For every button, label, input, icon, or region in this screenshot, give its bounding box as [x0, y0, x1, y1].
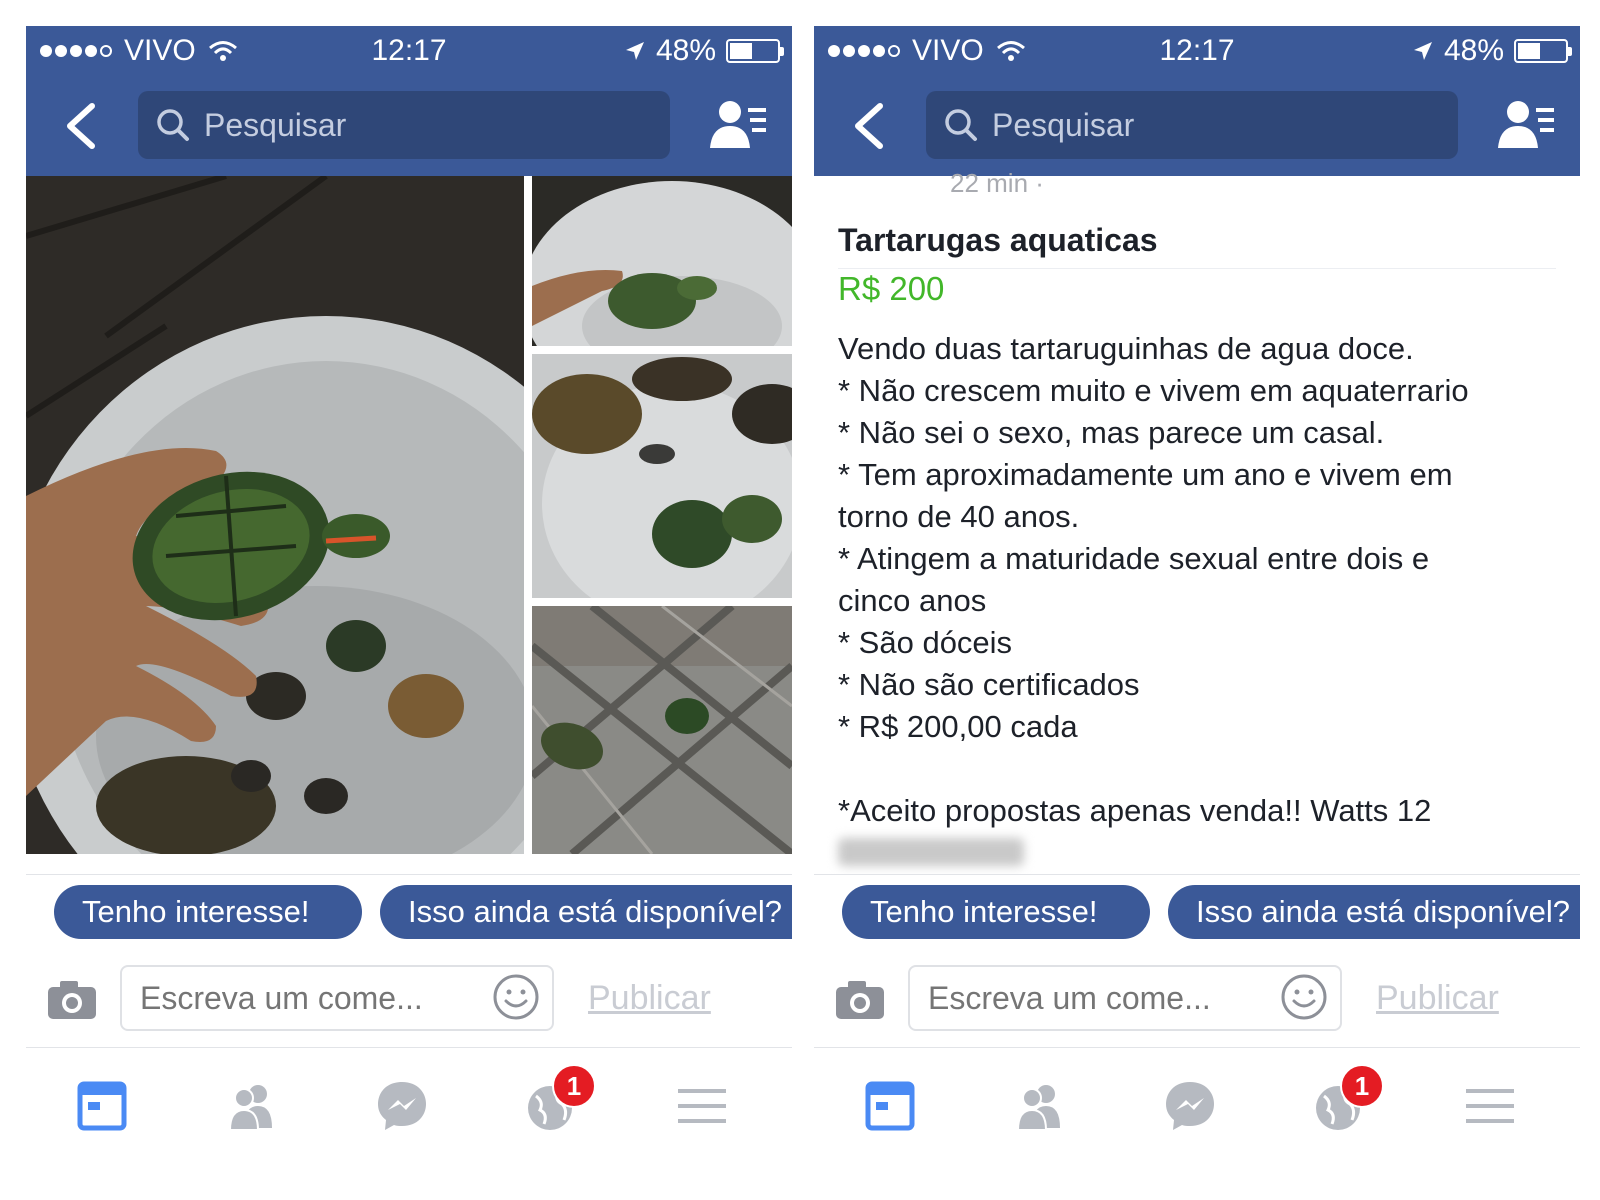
battery-percent: 48%: [1443, 34, 1504, 67]
back-arrow-icon[interactable]: [56, 98, 106, 154]
description-line: * Não são certificados: [838, 667, 1140, 702]
interest-button[interactable]: Tenho interesse!: [842, 885, 1150, 939]
news-feed-icon[interactable]: [72, 1076, 132, 1136]
comment-input[interactable]: [120, 965, 554, 1031]
emoji-icon[interactable]: [492, 973, 540, 1021]
notification-badge: 1: [552, 1064, 596, 1108]
back-arrow-icon[interactable]: [844, 98, 894, 154]
camera-icon[interactable]: [834, 979, 886, 1021]
turtle-photo-4[interactable]: [532, 606, 792, 854]
listing-title: Tartarugas aquaticas: [838, 222, 1158, 258]
friends-icon[interactable]: [222, 1076, 282, 1136]
description-line: * Tem aproximadamente um ano e vivem em: [838, 457, 1453, 492]
phone-screen-photos: VIVO 12:17 48% Pesquisar Tenho interesse…: [26, 26, 792, 1186]
comment-input[interactable]: [908, 965, 1342, 1031]
description-line: * Não sei o sexo, mas parece um casal.: [838, 415, 1385, 450]
status-bar: VIVO 12:17 48%: [814, 26, 1580, 76]
notification-badge: 1: [1340, 1064, 1384, 1108]
camera-icon[interactable]: [46, 979, 98, 1021]
blurred-phone-number: [838, 838, 1024, 866]
divider: [838, 268, 1556, 269]
notifications-tab[interactable]: 1: [1310, 1064, 1384, 1136]
availability-button[interactable]: Isso ainda está disponível?: [380, 885, 792, 939]
news-feed-icon[interactable]: [860, 1076, 920, 1136]
listing-description: Vendo duas tartaruguinhas de agua doce. …: [838, 328, 1558, 832]
battery-status: 48%: [1412, 34, 1572, 68]
comment-composer: Publicar: [26, 951, 792, 1048]
quick-reply-bar: Tenho interesse! Isso ainda está disponí…: [26, 874, 792, 952]
listing-price: R$ 200: [838, 270, 945, 307]
top-navigation-bar: Pesquisar: [26, 76, 792, 176]
comment-composer: Publicar: [814, 951, 1580, 1048]
description-line: * R$ 200,00 cada: [838, 709, 1078, 744]
location-arrow-icon: [625, 42, 644, 60]
friends-icon[interactable]: [1010, 1076, 1070, 1136]
battery-icon: [726, 39, 784, 63]
friend-requests-icon[interactable]: [1498, 98, 1556, 154]
turtle-photo-3[interactable]: [532, 354, 792, 598]
phone-screen-description: VIVO 12:17 48% Pesquisar 22 min · Tartar…: [814, 26, 1580, 1186]
notifications-tab[interactable]: 1: [522, 1064, 596, 1136]
location-arrow-icon: [1413, 42, 1432, 60]
publish-button[interactable]: Publicar: [588, 979, 711, 1018]
emoji-icon[interactable]: [1280, 973, 1328, 1021]
turtle-in-hand-photo[interactable]: [26, 176, 524, 854]
description-line: * Não crescem muito e vivem em aquaterra…: [838, 373, 1469, 408]
bottom-tab-bar: 1: [814, 1048, 1580, 1186]
messenger-icon[interactable]: [1160, 1076, 1220, 1136]
menu-icon[interactable]: [1460, 1076, 1520, 1136]
availability-button[interactable]: Isso ainda está disponível?: [1168, 885, 1580, 939]
search-placeholder: Pesquisar: [204, 106, 347, 143]
description-line: Vendo duas tartaruguinhas de agua doce.: [838, 331, 1414, 366]
bottom-tab-bar: 1: [26, 1048, 792, 1186]
description-line: * São dóceis: [838, 625, 1013, 660]
interest-button[interactable]: Tenho interesse!: [54, 885, 362, 939]
status-bar: VIVO 12:17 48%: [26, 26, 792, 76]
search-input[interactable]: Pesquisar: [138, 91, 670, 159]
top-navigation-bar: Pesquisar: [814, 76, 1580, 176]
description-line: torno de 40 anos.: [838, 499, 1080, 534]
messenger-icon[interactable]: [372, 1076, 432, 1136]
turtle-photo-2[interactable]: [532, 176, 792, 346]
quick-reply-bar: Tenho interesse! Isso ainda está disponí…: [814, 874, 1580, 952]
menu-icon[interactable]: [672, 1076, 732, 1136]
description-closing: *Aceito propostas apenas venda!! Watts 1…: [838, 793, 1432, 828]
listing-photo-collage: [26, 176, 792, 856]
description-line: * Atingem a maturidade sexual entre dois…: [838, 541, 1430, 576]
search-placeholder: Pesquisar: [992, 106, 1135, 143]
description-line: cinco anos: [838, 583, 987, 618]
listing-details: 22 min · Tartarugas aquaticas R$ 200 Ven…: [814, 168, 1580, 876]
battery-status: 48%: [624, 34, 784, 68]
battery-percent: 48%: [655, 34, 716, 67]
search-icon: [945, 109, 977, 141]
search-input[interactable]: Pesquisar: [926, 91, 1458, 159]
publish-button[interactable]: Publicar: [1376, 979, 1499, 1018]
battery-icon: [1514, 39, 1572, 63]
search-icon: [157, 109, 189, 141]
post-timestamp: 22 min ·: [950, 168, 1044, 198]
friend-requests-icon[interactable]: [710, 98, 768, 154]
